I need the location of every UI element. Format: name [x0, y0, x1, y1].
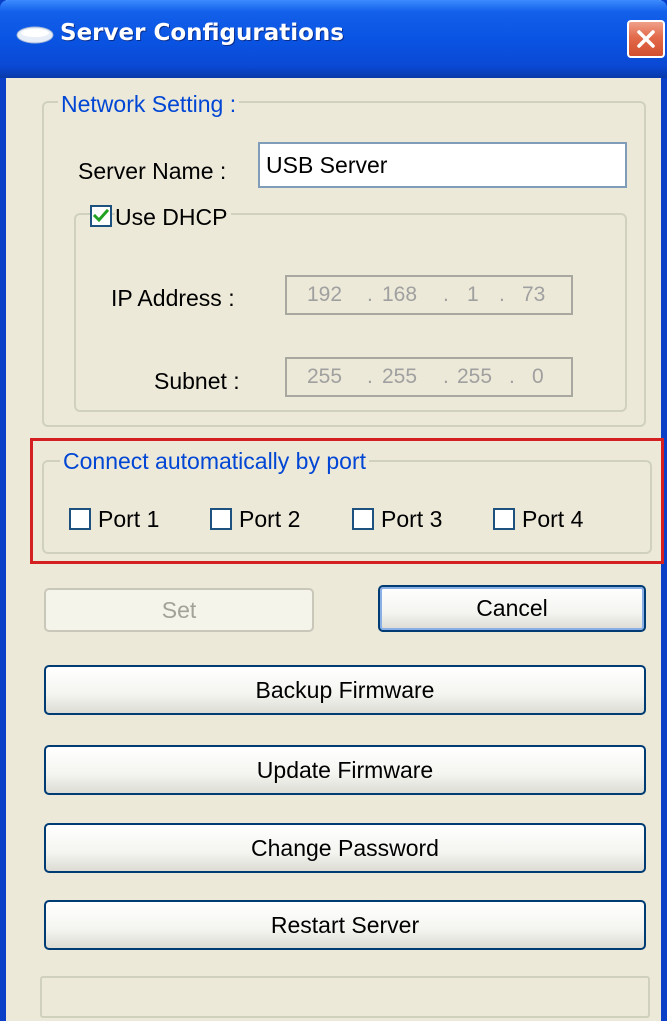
server-name-input[interactable]: [258, 142, 627, 188]
port-1-checkbox[interactable]: [69, 508, 91, 530]
port-4-checkbox[interactable]: [493, 508, 515, 530]
port-2-checkbox[interactable]: [210, 508, 232, 530]
subnet-dot-1: .: [367, 365, 373, 388]
port-1-label[interactable]: Port 1: [98, 506, 159, 532]
server-name-label: Server Name :: [78, 158, 227, 184]
update-firmware-button[interactable]: Update Firmware: [44, 745, 646, 795]
ip-octet-4: 73: [522, 283, 546, 306]
subnet-octet-1: 255: [307, 365, 343, 388]
title-bar[interactable]: Server Configurations: [0, 0, 667, 78]
set-button[interactable]: Set: [44, 588, 314, 632]
port-3-checkbox[interactable]: [352, 508, 374, 530]
subnet-octet-2: 255: [382, 365, 418, 388]
ip-dot-1: .: [367, 283, 373, 306]
backup-firmware-button[interactable]: Backup Firmware: [44, 665, 646, 715]
change-password-button[interactable]: Change Password: [44, 823, 646, 873]
subnet-octet-4: 0: [532, 365, 544, 388]
restart-server-button[interactable]: Restart Server: [44, 900, 646, 950]
port-4-label[interactable]: Port 4: [522, 506, 583, 532]
ip-address-field[interactable]: 192 . 168 . 1 . 73: [285, 275, 573, 315]
close-button[interactable]: [627, 20, 665, 58]
ip-octet-3: 1: [467, 283, 479, 306]
subnet-octet-3: 255: [457, 365, 493, 388]
ip-address-label: IP Address :: [111, 285, 235, 311]
use-dhcp-checkbox[interactable]: [90, 205, 112, 227]
server-icon: [16, 26, 54, 44]
ports-legend: Connect automatically by port: [60, 448, 369, 474]
ip-octet-2: 168: [382, 283, 418, 306]
cancel-button[interactable]: Cancel: [378, 585, 646, 632]
port-2-label[interactable]: Port 2: [239, 506, 300, 532]
ip-dot-2: .: [443, 283, 449, 306]
network-setting-legend: Network Setting :: [58, 91, 240, 117]
ip-octet-1: 192: [307, 283, 343, 306]
window-title: Server Configurations: [60, 20, 344, 46]
ip-dot-3: .: [499, 283, 505, 306]
subnet-dot-2: .: [443, 365, 449, 388]
subnet-label: Subnet :: [154, 368, 240, 394]
subnet-field[interactable]: 255 . 255 . 255 . 0: [285, 357, 573, 397]
subnet-dot-3: .: [509, 365, 515, 388]
port-3-label[interactable]: Port 3: [381, 506, 442, 532]
use-dhcp-label[interactable]: Use DHCP: [115, 204, 232, 230]
server-configurations-window: Server Configurations Network Setting : …: [0, 0, 667, 1021]
status-bar: [40, 976, 650, 1018]
